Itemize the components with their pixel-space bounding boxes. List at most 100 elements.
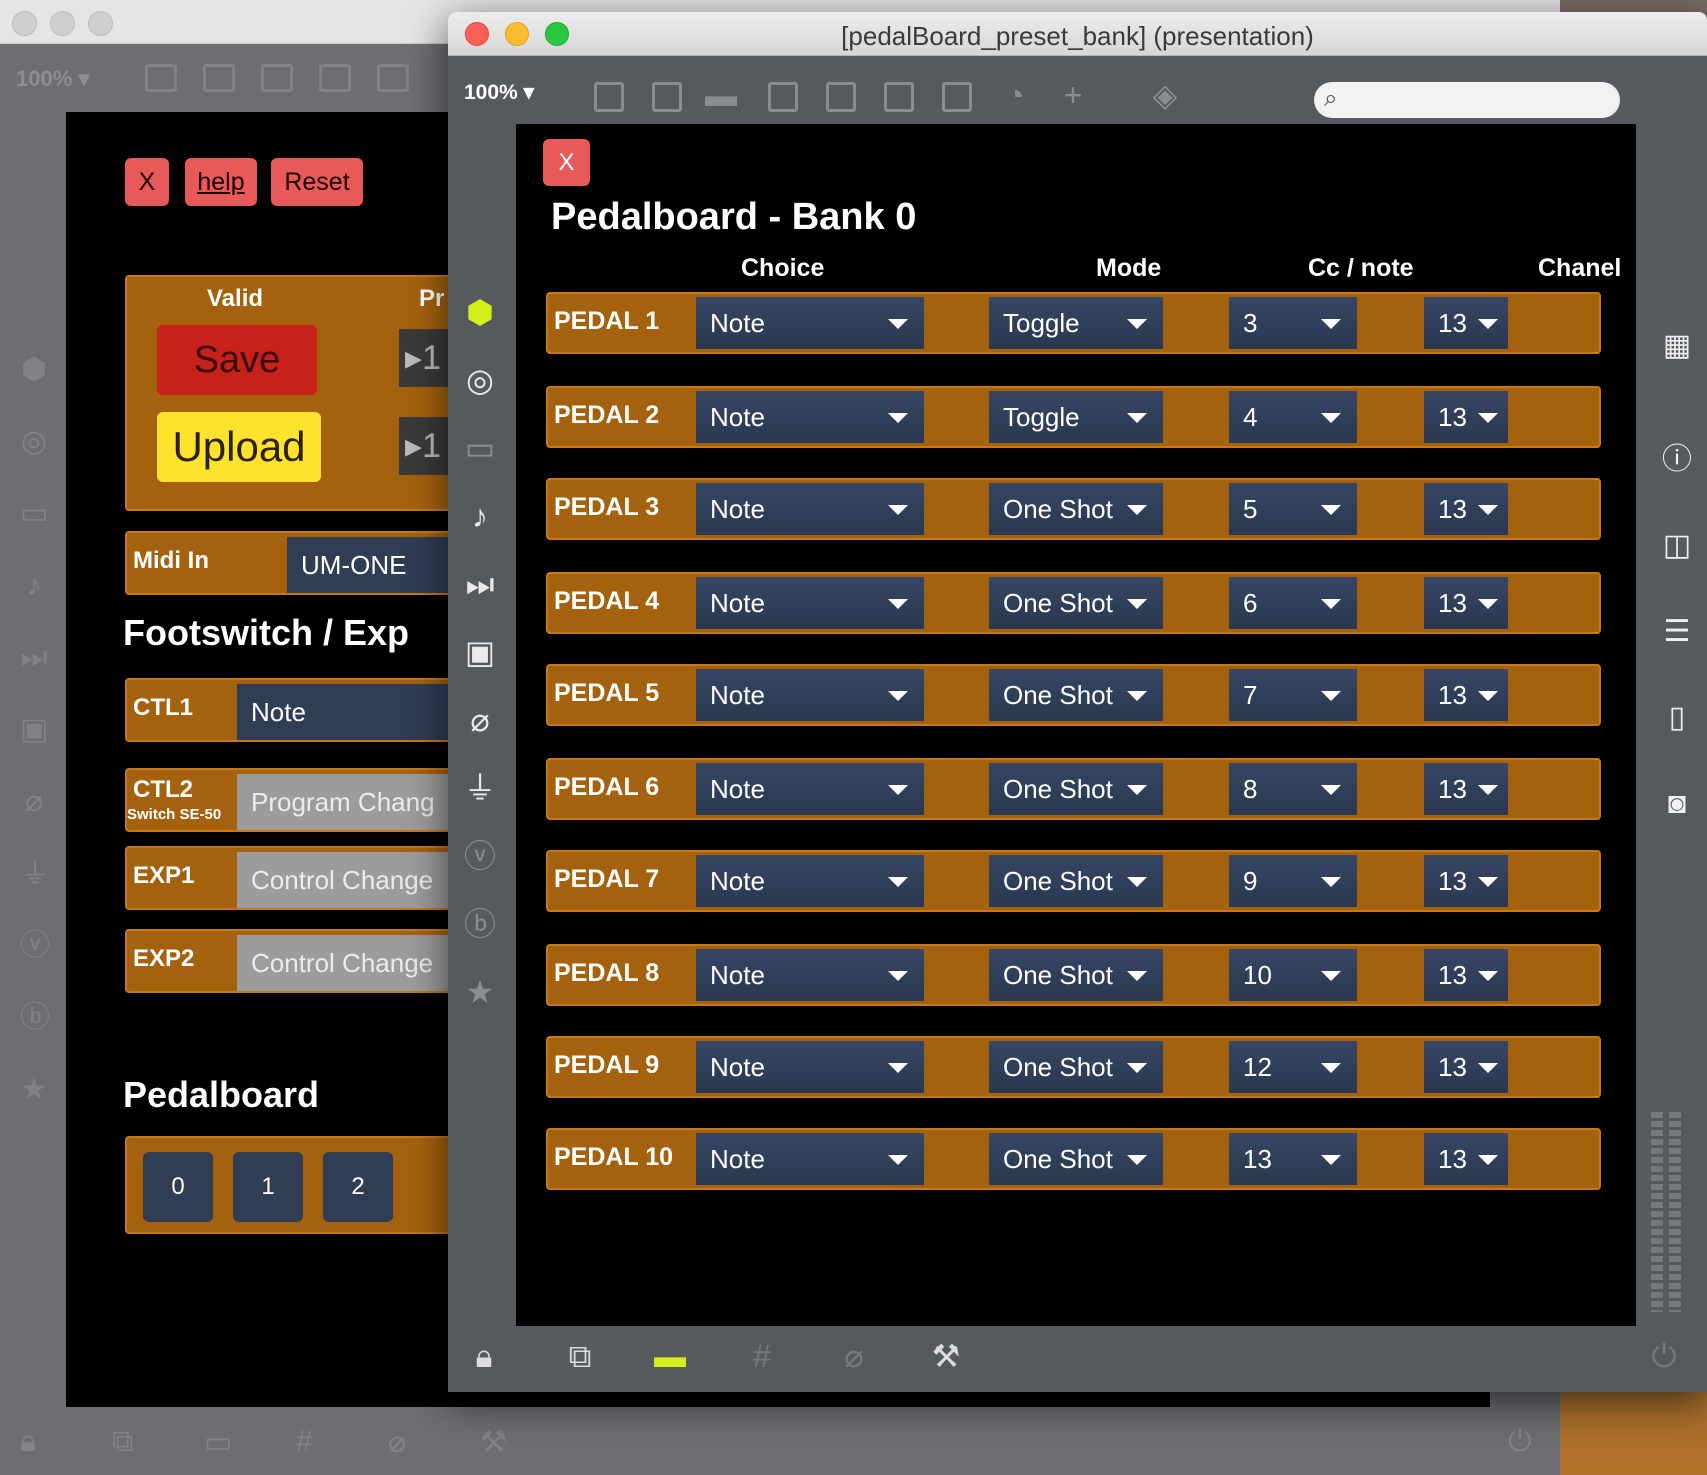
zoom-menu[interactable]: 100% ▾	[464, 80, 534, 105]
channel-dropdown[interactable]: 13	[1424, 1133, 1508, 1185]
search-input[interactable]	[1354, 86, 1604, 114]
toggle-icon[interactable]	[826, 82, 856, 112]
cc-dropdown[interactable]: 12	[1229, 1041, 1357, 1093]
power-icon[interactable]: ⏻	[1508, 1425, 1532, 1459]
choice-dropdown[interactable]: Note	[696, 763, 924, 815]
windows-icon[interactable]: ⧉	[112, 1425, 133, 1459]
mode-dropdown[interactable]: One Shot	[989, 855, 1163, 907]
target-icon[interactable]: ◎	[20, 427, 48, 457]
cc-dropdown[interactable]: 8	[1229, 763, 1357, 815]
choice-dropdown[interactable]: Note	[696, 577, 924, 629]
music-note-icon[interactable]: ♪	[20, 571, 48, 601]
step-icon[interactable]: ⏭	[20, 643, 48, 673]
message-icon[interactable]	[652, 82, 682, 112]
choice-dropdown[interactable]: Note	[696, 297, 924, 349]
cube-icon[interactable]: ⬢	[20, 355, 48, 385]
grid-icon[interactable]: #	[296, 1425, 313, 1459]
channel-dropdown[interactable]: 13	[1424, 297, 1508, 349]
grid-view-icon[interactable]: ▦	[1658, 328, 1696, 364]
v-icon[interactable]: ⓥ	[20, 931, 50, 961]
presentation-icon[interactable]: ▭	[204, 1425, 232, 1460]
comment-icon[interactable]	[261, 64, 293, 92]
plug-icon[interactable]: ⏚	[20, 859, 50, 889]
zoom-dot-icon[interactable]	[88, 11, 113, 36]
close-button[interactable]: X	[125, 158, 169, 206]
cc-dropdown[interactable]: 6	[1229, 577, 1357, 629]
channel-dropdown[interactable]: 13	[1424, 763, 1508, 815]
play-icon[interactable]	[884, 82, 914, 112]
close-dot-icon[interactable]	[12, 11, 37, 36]
wrench-icon[interactable]: ⚒	[926, 1336, 966, 1376]
cc-dropdown[interactable]: 13	[1229, 1133, 1357, 1185]
bank-button-1[interactable]: 1	[233, 1152, 303, 1222]
image-icon[interactable]: ▣	[20, 715, 48, 745]
bank-button-0[interactable]: 0	[143, 1152, 213, 1222]
paperclip-icon[interactable]: ⌀	[20, 787, 48, 817]
minimize-dot-icon[interactable]	[50, 11, 75, 36]
comment-icon[interactable]: ▬	[704, 78, 738, 112]
zoom-menu[interactable]: 100% ▾	[16, 66, 89, 92]
upload-button[interactable]: Upload	[157, 412, 321, 482]
bank-button-2[interactable]: 2	[323, 1152, 393, 1222]
choice-dropdown[interactable]: Note	[696, 391, 924, 443]
channel-dropdown[interactable]: 13	[1424, 669, 1508, 721]
paperclip-icon[interactable]: ⌀	[462, 702, 498, 738]
cc-dropdown[interactable]: 9	[1229, 855, 1357, 907]
cube-icon[interactable]: ⬢	[462, 294, 498, 330]
channel-dropdown[interactable]: 13	[1424, 855, 1508, 907]
cc-dropdown[interactable]: 10	[1229, 949, 1357, 1001]
save-button[interactable]: Save	[157, 325, 317, 395]
attach-icon[interactable]: ⌀	[388, 1425, 406, 1460]
object-icon[interactable]	[145, 64, 177, 92]
b-icon[interactable]: ⓑ	[462, 906, 498, 942]
channel-dropdown[interactable]: 13	[1424, 483, 1508, 535]
message-icon[interactable]	[203, 64, 235, 92]
keyboard-icon[interactable]: ▭	[462, 430, 498, 466]
mode-dropdown[interactable]: One Shot	[989, 949, 1163, 1001]
slider-icon[interactable]	[942, 82, 972, 112]
star-icon[interactable]: ★	[462, 974, 498, 1010]
windows-icon[interactable]: ⧉	[560, 1336, 600, 1376]
close-button[interactable]: X	[543, 139, 590, 186]
keyboard-icon[interactable]: ▭	[20, 499, 48, 529]
music-note-icon[interactable]: ♪	[462, 498, 498, 534]
choice-dropdown[interactable]: Note	[696, 669, 924, 721]
cc-dropdown[interactable]: 4	[1229, 391, 1357, 443]
lock-icon[interactable]: 🔒︎	[20, 1425, 36, 1459]
choice-dropdown[interactable]: Note	[696, 1041, 924, 1093]
cc-dropdown[interactable]: 5	[1229, 483, 1357, 535]
mode-dropdown[interactable]: One Shot	[989, 1041, 1163, 1093]
list-icon[interactable]: ☰	[1658, 614, 1696, 650]
toggle-icon[interactable]	[377, 64, 409, 92]
attach-add-icon[interactable]: ⌀	[834, 1336, 874, 1376]
mode-dropdown[interactable]: One Shot	[989, 483, 1163, 535]
mode-dropdown[interactable]: One Shot	[989, 763, 1163, 815]
choice-dropdown[interactable]: Note	[696, 1133, 924, 1185]
plug-icon[interactable]: ⏚	[462, 770, 498, 806]
choice-dropdown[interactable]: Note	[696, 483, 924, 535]
cc-dropdown[interactable]: 3	[1229, 297, 1357, 349]
dial-icon[interactable]: ◔	[998, 78, 1032, 112]
book-icon[interactable]: ▯	[1658, 700, 1696, 736]
power-icon[interactable]: ⏻	[1644, 1336, 1684, 1376]
channel-dropdown[interactable]: 13	[1424, 391, 1508, 443]
mode-dropdown[interactable]: One Shot	[989, 669, 1163, 721]
b-icon[interactable]: ⓑ	[20, 1003, 50, 1033]
grid-icon[interactable]: #	[742, 1336, 782, 1376]
channel-dropdown[interactable]: 13	[1424, 1041, 1508, 1093]
info-icon[interactable]: ⓘ	[1658, 442, 1696, 478]
columns-icon[interactable]: ◫	[1658, 528, 1696, 564]
paint-bucket-icon[interactable]: ◈	[1148, 78, 1182, 112]
lock-icon[interactable]: 🔒︎	[464, 1336, 504, 1376]
button-icon[interactable]	[319, 64, 351, 92]
mode-dropdown[interactable]: One Shot	[989, 577, 1163, 629]
mode-dropdown[interactable]: One Shot	[989, 1133, 1163, 1185]
choice-dropdown[interactable]: Note	[696, 855, 924, 907]
add-icon[interactable]: +	[1056, 78, 1090, 112]
target-icon[interactable]: ◎	[462, 362, 498, 398]
star-icon[interactable]: ★	[20, 1075, 48, 1105]
cc-dropdown[interactable]: 7	[1229, 669, 1357, 721]
mode-dropdown[interactable]: Toggle	[989, 297, 1163, 349]
reset-button[interactable]: Reset	[271, 158, 363, 206]
camera-icon[interactable]: ◙	[1658, 786, 1696, 822]
